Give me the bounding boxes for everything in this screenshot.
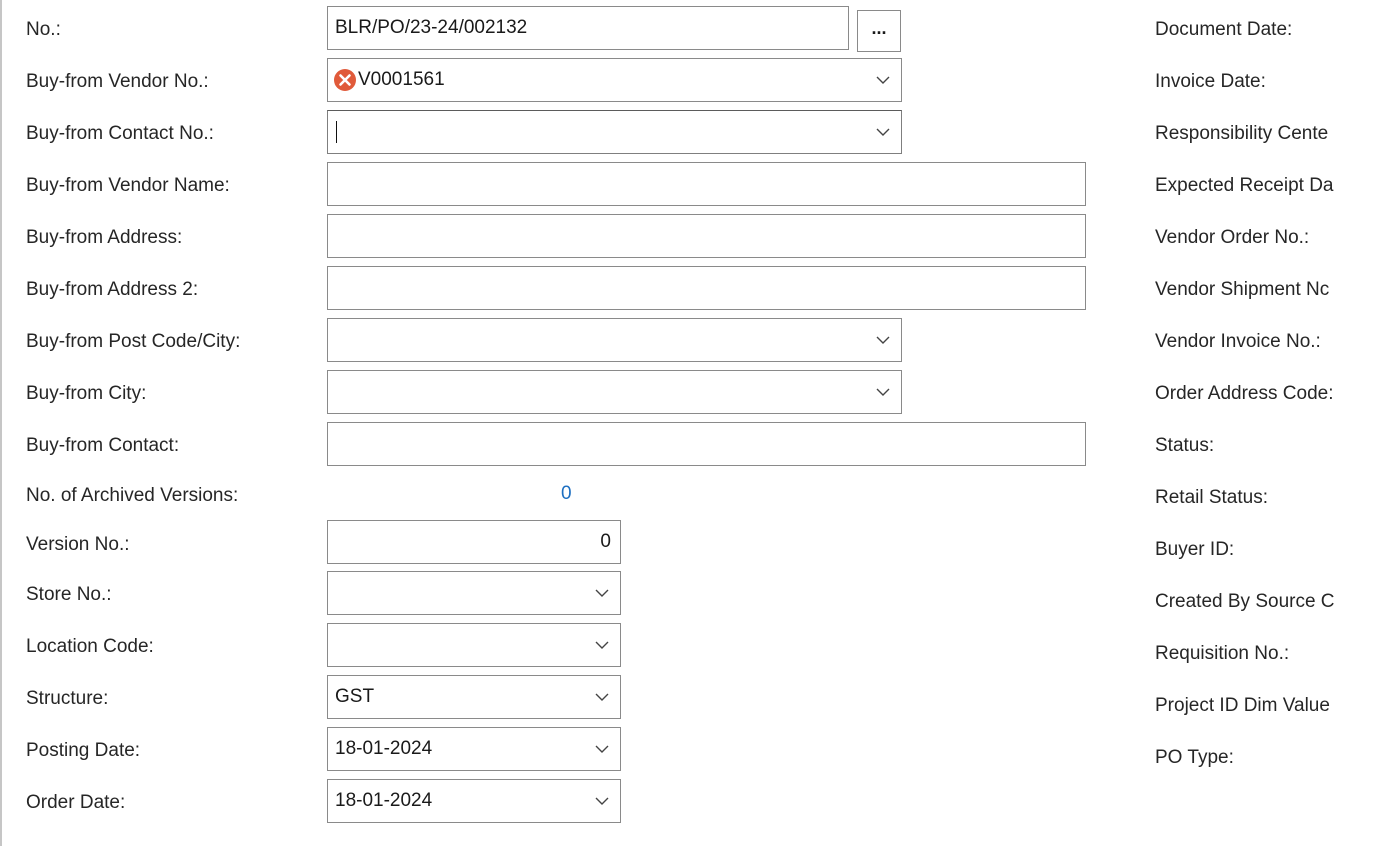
label-posting-date: Posting Date: — [26, 740, 141, 761]
label-location-code: Location Code: — [26, 636, 154, 657]
label-no-of-archived-versions: No. of Archived Versions: — [26, 485, 239, 506]
no-lookup-button[interactable]: ... — [857, 10, 901, 52]
label-invoice-date: Invoice Date: — [1155, 71, 1266, 92]
label-structure: Structure: — [26, 688, 109, 709]
order-date-field[interactable]: 18-01-2024 — [327, 779, 621, 823]
buy-from-vendor-no-value: V0001561 — [358, 69, 445, 90]
chevron-down-icon[interactable] — [875, 332, 891, 348]
label-buy-from-vendor-name: Buy-from Vendor Name: — [26, 175, 230, 196]
label-no: No.: — [26, 19, 61, 40]
label-project-id-dim-value: Project ID Dim Value — [1155, 695, 1330, 716]
chevron-down-icon[interactable] — [594, 793, 610, 809]
label-version-no: Version No.: — [26, 534, 130, 555]
label-vendor-order-no: Vendor Order No.: — [1155, 227, 1310, 248]
label-buy-from-post-code-city: Buy-from Post Code/City: — [26, 331, 241, 352]
no-field-value: BLR/PO/23-24/002132 — [335, 17, 528, 38]
label-buy-from-city: Buy-from City: — [26, 383, 147, 404]
version-no-field[interactable]: 0 — [327, 520, 621, 564]
label-order-address-code: Order Address Code: — [1155, 383, 1334, 404]
label-buy-from-contact-no: Buy-from Contact No.: — [26, 123, 214, 144]
buy-from-address-field[interactable] — [327, 214, 1086, 258]
structure-value: GST — [335, 686, 375, 707]
label-order-date: Order Date: — [26, 792, 126, 813]
posting-date-field[interactable]: 18-01-2024 — [327, 727, 621, 771]
location-code-field[interactable] — [327, 623, 621, 667]
store-no-field[interactable] — [327, 571, 621, 615]
buy-from-contact-field[interactable] — [327, 422, 1086, 466]
label-buy-from-contact: Buy-from Contact: — [26, 435, 180, 456]
text-cursor — [336, 121, 337, 143]
no-field[interactable]: BLR/PO/23-24/002132 — [327, 6, 849, 50]
no-of-archived-versions-link[interactable]: 0 — [561, 483, 572, 505]
label-responsibility-center: Responsibility Cente — [1155, 123, 1329, 144]
chevron-down-icon[interactable] — [875, 72, 891, 88]
buy-from-address-2-field[interactable] — [327, 266, 1086, 310]
buy-from-post-code-city-field[interactable] — [327, 318, 902, 362]
chevron-down-icon[interactable] — [875, 124, 891, 140]
label-buy-from-address: Buy-from Address: — [26, 227, 183, 248]
label-store-no: Store No.: — [26, 584, 112, 605]
label-vendor-shipment-no: Vendor Shipment Nc — [1155, 279, 1330, 300]
posting-date-value: 18-01-2024 — [335, 738, 433, 759]
label-buy-from-address-2: Buy-from Address 2: — [26, 279, 199, 300]
label-buy-from-vendor-no: Buy-from Vendor No.: — [26, 71, 209, 92]
label-status: Status: — [1155, 435, 1215, 456]
label-retail-status: Retail Status: — [1155, 487, 1268, 508]
chevron-down-icon[interactable] — [594, 585, 610, 601]
label-created-by-source: Created By Source C — [1155, 591, 1335, 612]
buy-from-city-field[interactable] — [327, 370, 902, 414]
order-date-value: 18-01-2024 — [335, 790, 433, 811]
chevron-down-icon[interactable] — [875, 384, 891, 400]
buy-from-contact-no-field[interactable] — [327, 110, 902, 154]
chevron-down-icon[interactable] — [594, 689, 610, 705]
buy-from-vendor-no-field[interactable]: V0001561 — [327, 58, 902, 102]
chevron-down-icon[interactable] — [594, 741, 610, 757]
label-po-type: PO Type: — [1155, 747, 1234, 768]
label-document-date: Document Date: — [1155, 19, 1293, 40]
structure-field[interactable]: GST — [327, 675, 621, 719]
chevron-down-icon[interactable] — [594, 637, 610, 653]
label-buyer-id: Buyer ID: — [1155, 539, 1235, 560]
window-left-border — [0, 0, 2, 846]
version-no-value: 0 — [600, 531, 611, 552]
error-x-icon — [334, 69, 356, 91]
label-requisition-no: Requisition No.: — [1155, 643, 1290, 664]
label-expected-receipt-date: Expected Receipt Da — [1155, 175, 1334, 196]
label-vendor-invoice-no: Vendor Invoice No.: — [1155, 331, 1321, 352]
buy-from-vendor-name-field[interactable] — [327, 162, 1086, 206]
